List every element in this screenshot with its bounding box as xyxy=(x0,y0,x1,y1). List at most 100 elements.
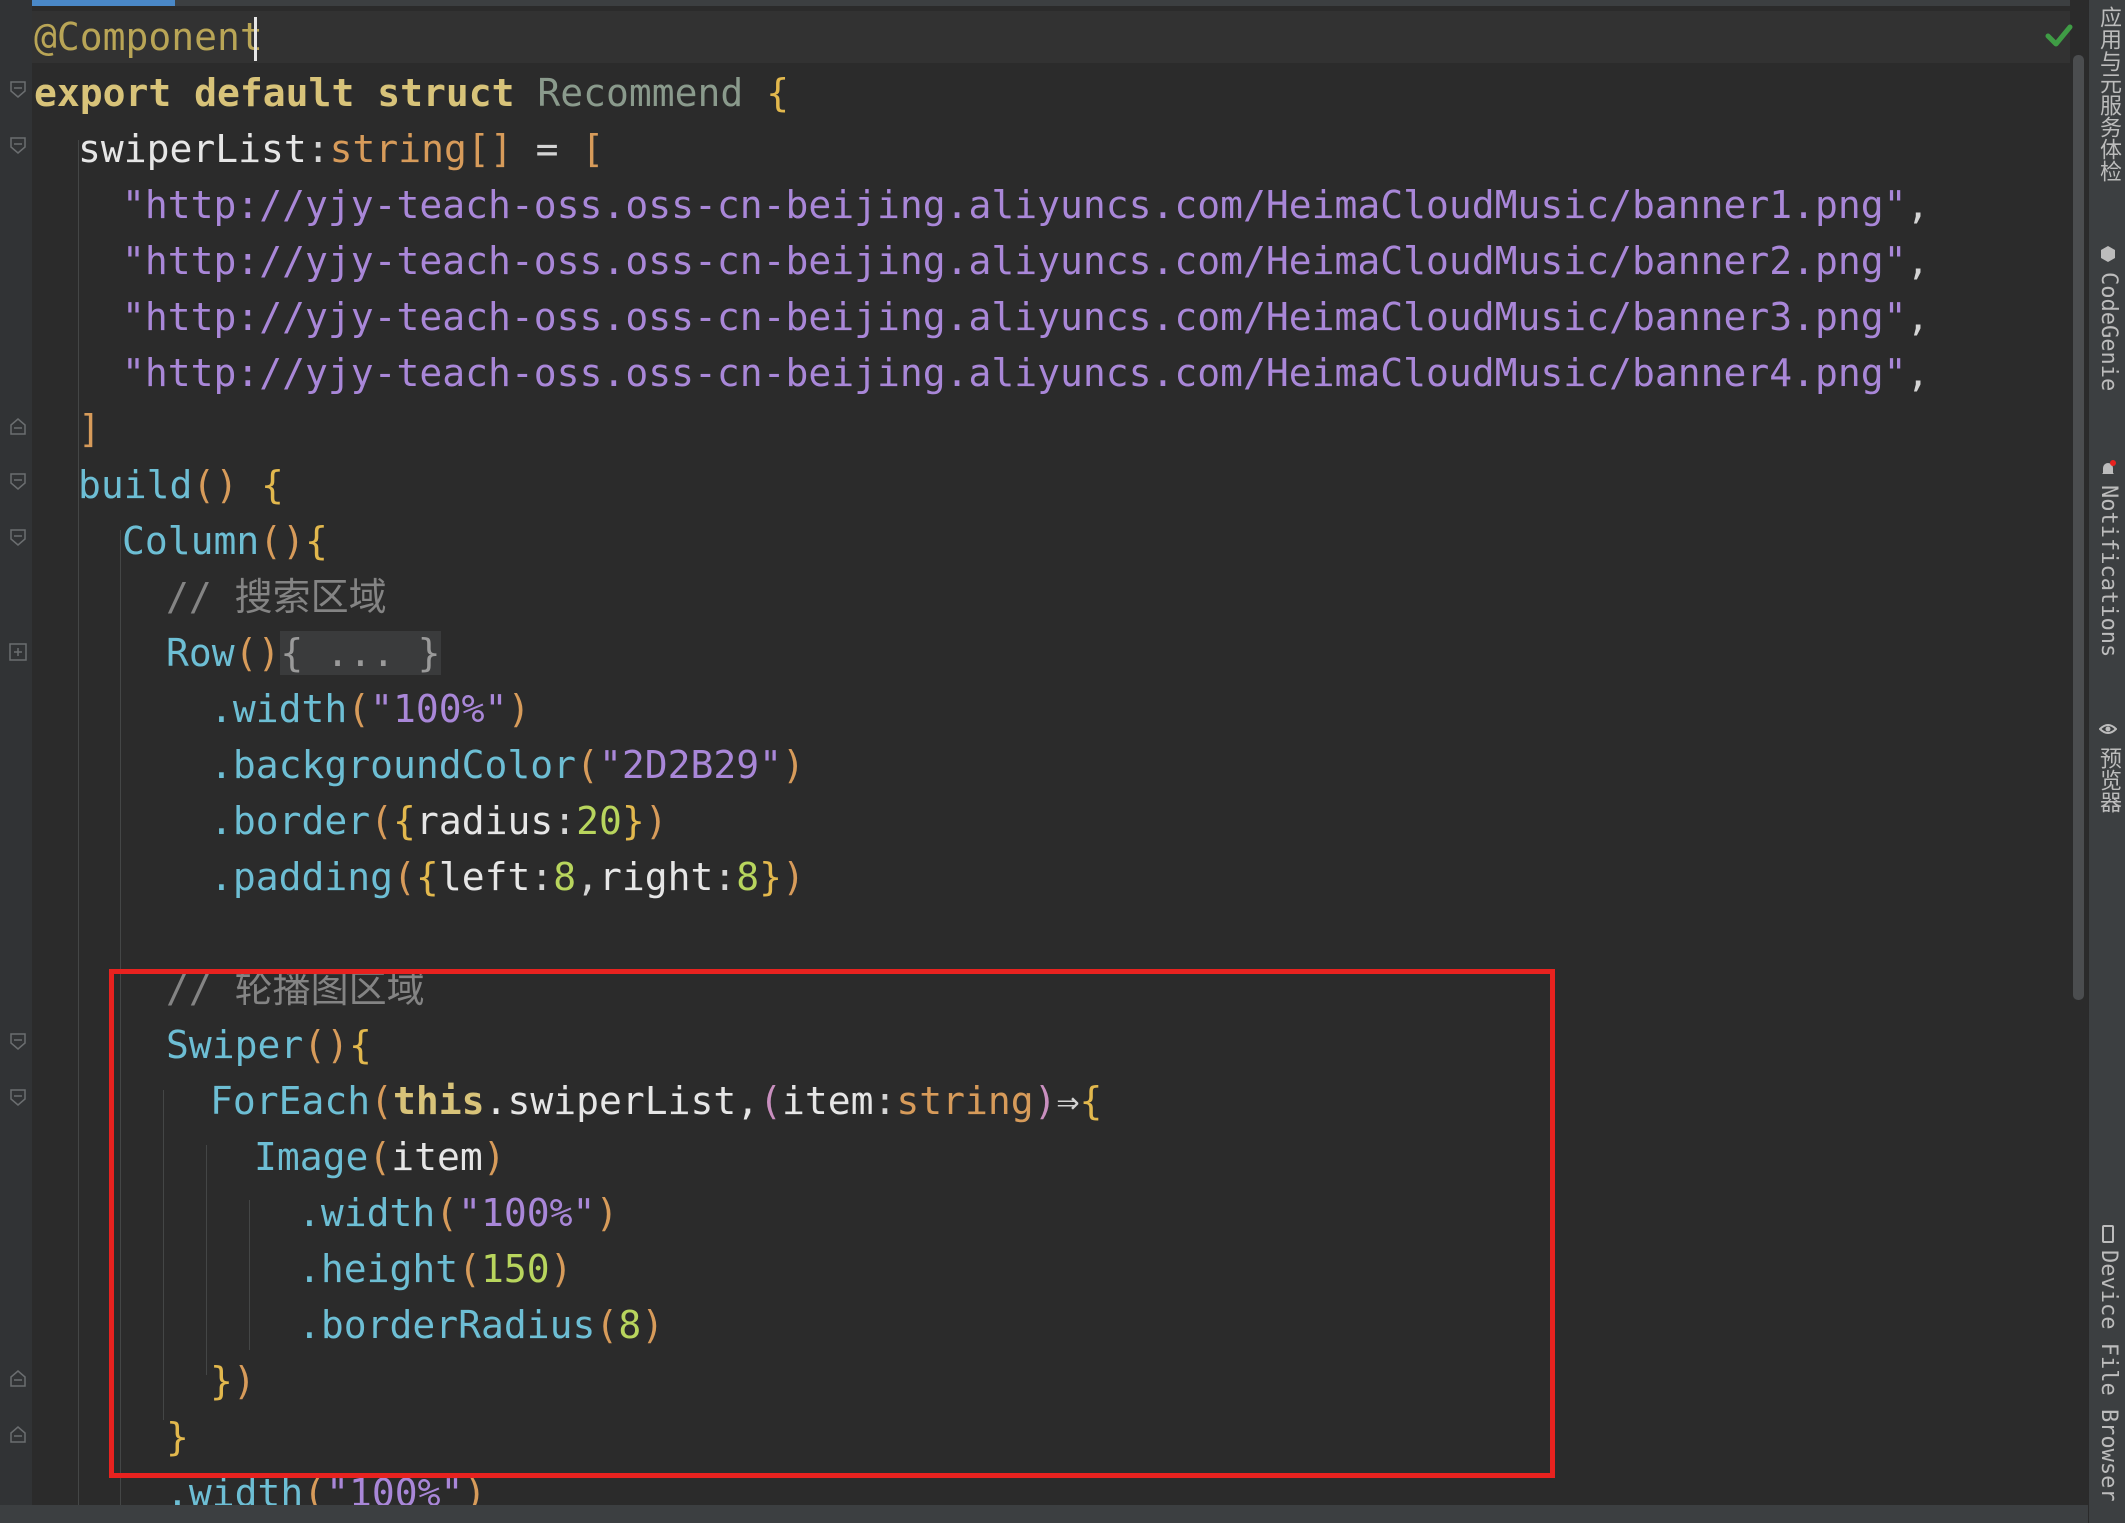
function-token: Column xyxy=(122,519,260,563)
code-line[interactable]: .width("100%") xyxy=(210,681,530,737)
fold-end-icon[interactable] xyxy=(8,1424,28,1444)
right-tool-window-bar: 应用与元服务体检 CodeGenie Notifications 预览器 Dev… xyxy=(2088,0,2125,1523)
brace-token: } xyxy=(759,855,783,899)
string-token: "2D2B29" xyxy=(598,743,782,787)
fold-toggle-icon[interactable] xyxy=(8,528,28,548)
paren-token: () xyxy=(234,631,281,675)
code-line[interactable]: @Component xyxy=(34,9,263,65)
key-token: right xyxy=(599,855,714,899)
eye-icon xyxy=(2099,724,2117,734)
code-editor[interactable]: @Component export default struct Recomme… xyxy=(0,0,2088,1523)
string-token: "http://yjy-teach-oss.oss-cn-beijing.ali… xyxy=(122,295,1907,339)
fold-toggle-icon[interactable] xyxy=(8,472,28,492)
vertical-scrollbar-thumb[interactable] xyxy=(2073,55,2084,1000)
code-line[interactable]: Row(){ ... } xyxy=(166,625,441,681)
paren-token: ) xyxy=(644,799,668,843)
paren-token: () xyxy=(259,519,306,563)
tool-window-label: CodeGenie xyxy=(2096,272,2121,392)
swiper-annotation-box xyxy=(109,969,1555,1478)
brace-token: { xyxy=(393,799,416,843)
paren-token: ( xyxy=(393,855,416,899)
indent-guide xyxy=(78,140,79,1510)
code-line[interactable]: export default struct Recommend { xyxy=(34,65,789,121)
decorator-token: @Component xyxy=(34,15,263,59)
fold-toggle-icon[interactable] xyxy=(8,80,28,100)
tool-window-app-check[interactable]: 应用与元服务体检 xyxy=(2089,0,2125,200)
method-token: .padding xyxy=(210,855,394,899)
inspection-ok-check-icon[interactable] xyxy=(2038,14,2080,56)
editor-gutter xyxy=(0,0,32,1523)
paren-token: ) xyxy=(781,743,805,787)
paren-token: ( xyxy=(370,799,394,843)
key-token: radius xyxy=(415,799,554,843)
code-line[interactable]: "http://yjy-teach-oss.oss-cn-beijing.ali… xyxy=(122,289,1929,345)
fold-toggle-icon[interactable] xyxy=(8,1032,28,1052)
brace-token: { xyxy=(261,463,284,507)
code-line[interactable]: "http://yjy-teach-oss.oss-cn-beijing.ali… xyxy=(122,233,1929,289)
current-line-highlight xyxy=(0,11,2070,63)
tool-window-codegenie[interactable]: CodeGenie xyxy=(2089,240,2125,415)
number-token: 8 xyxy=(736,855,760,899)
keyword-token: export xyxy=(34,71,172,115)
bell-icon xyxy=(2102,460,2116,474)
text-caret xyxy=(254,17,257,61)
codegenie-icon xyxy=(2101,246,2115,262)
string-token: "http://yjy-teach-oss.oss-cn-beijing.ali… xyxy=(122,183,1907,227)
code-line[interactable]: .border({radius:20}) xyxy=(210,793,668,849)
tool-window-label: 预览器 xyxy=(2096,747,2121,813)
string-token: "http://yjy-teach-oss.oss-cn-beijing.ali… xyxy=(122,351,1907,395)
fold-expand-icon[interactable] xyxy=(8,642,28,662)
code-line[interactable]: "http://yjy-teach-oss.oss-cn-beijing.ali… xyxy=(122,345,1929,401)
tool-window-previewer[interactable]: 预览器 xyxy=(2089,715,2125,825)
paren-token: ( xyxy=(576,743,599,787)
editor-bottom-bar xyxy=(0,1505,2088,1523)
tool-window-label: Device File Browser xyxy=(2096,1250,2121,1502)
punct-token: : xyxy=(530,855,554,899)
code-line[interactable]: Column(){ xyxy=(122,513,328,569)
code-line[interactable]: .backgroundColor("2D2B29") xyxy=(210,737,805,793)
punct-token: , xyxy=(1906,183,1930,227)
device-icon xyxy=(2102,1225,2114,1243)
punct-token: : xyxy=(306,127,330,171)
folded-region[interactable]: { ... } xyxy=(280,631,441,675)
tool-window-device-file-browser[interactable]: Device File Browser xyxy=(2089,1220,2125,1523)
paren-token: () xyxy=(192,463,239,507)
bracket-token: ] xyxy=(78,407,101,451)
class-name-token: Recommend xyxy=(537,71,744,115)
paren-token: ( xyxy=(347,687,371,731)
method-token: .width xyxy=(210,687,348,731)
bracket-token: [ xyxy=(581,127,605,171)
punct-token: , xyxy=(1906,295,1930,339)
comment-token: // 搜索区域 xyxy=(166,575,387,619)
tool-window-label: 应用与元服务体检 xyxy=(2096,6,2121,182)
string-token: "http://yjy-teach-oss.oss-cn-beijing.ali… xyxy=(122,239,1907,283)
fold-toggle-icon[interactable] xyxy=(8,136,28,156)
code-line[interactable]: "http://yjy-teach-oss.oss-cn-beijing.ali… xyxy=(122,177,1929,233)
fold-end-icon[interactable] xyxy=(8,416,28,436)
function-token: Row xyxy=(166,631,235,675)
code-line[interactable]: build() { xyxy=(78,457,284,513)
editor-top-strip xyxy=(175,0,2088,6)
number-token: 8 xyxy=(553,855,577,899)
type-token: string[] xyxy=(329,127,513,171)
brace-token: { xyxy=(305,519,328,563)
code-line[interactable]: .padding({left:8,right:8}) xyxy=(210,849,805,905)
punct-token: : xyxy=(713,855,737,899)
code-line[interactable]: // 搜索区域 xyxy=(166,569,387,625)
tool-window-label: Notifications xyxy=(2096,485,2121,658)
fold-toggle-icon[interactable] xyxy=(8,1088,28,1108)
code-line[interactable]: ] xyxy=(78,401,101,457)
fold-end-icon[interactable] xyxy=(8,1368,28,1388)
code-line[interactable]: swiperList:string[] = [ xyxy=(78,121,604,177)
string-token: "100%" xyxy=(370,687,508,731)
method-token: .backgroundColor xyxy=(210,743,577,787)
key-token: left xyxy=(438,855,531,899)
punct-token: , xyxy=(1906,351,1930,395)
property-token: swiperList xyxy=(78,127,307,171)
punct-token: , xyxy=(576,855,599,899)
tool-window-notifications[interactable]: Notifications xyxy=(2089,455,2125,685)
operator-token: = xyxy=(512,127,582,171)
keyword-token: struct xyxy=(377,71,515,115)
punct-token: , xyxy=(1906,239,1930,283)
paren-token: ) xyxy=(507,687,531,731)
